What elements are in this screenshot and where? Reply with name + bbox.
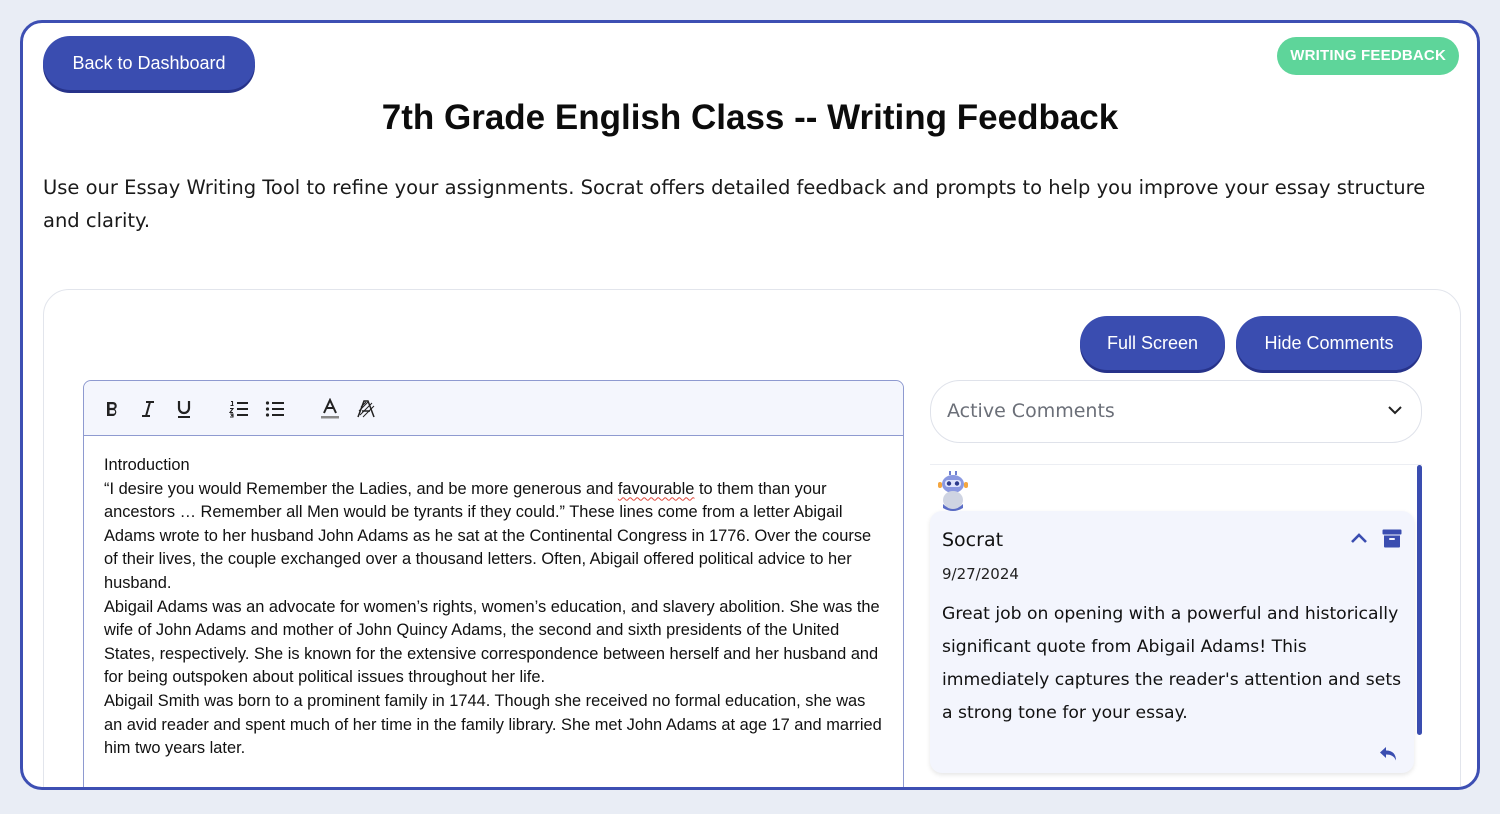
- comment-author: Socrat: [942, 529, 1004, 551]
- hide-comments-button[interactable]: Hide Comments: [1236, 316, 1422, 370]
- essay-heading: Introduction: [104, 456, 190, 474]
- active-comments-dropdown[interactable]: Active Comments: [930, 380, 1422, 443]
- archive-icon[interactable]: [1382, 529, 1402, 553]
- comment-list: Socrat 9/27/2024 Great job on opening wi…: [930, 464, 1422, 787]
- highlight-icon[interactable]: [352, 395, 380, 423]
- chevron-down-icon: [1387, 402, 1403, 423]
- essay-paragraph-2: Abigail Adams was an advocate for women’…: [104, 597, 880, 687]
- full-screen-button[interactable]: Full Screen: [1080, 316, 1225, 370]
- essay-text-area[interactable]: Introduction “I desire you would Remembe…: [84, 436, 903, 761]
- essay-text-segment: “I desire you would Remember the Ladies,…: [104, 479, 618, 498]
- back-to-dashboard-button[interactable]: Back to Dashboard: [43, 36, 255, 90]
- comment-date: 9/27/2024: [942, 565, 1019, 583]
- comment-card: Socrat 9/27/2024 Great job on opening wi…: [930, 511, 1414, 773]
- bold-icon[interactable]: [98, 395, 126, 423]
- spelling-error-word[interactable]: favourable: [618, 480, 695, 498]
- writing-feedback-badge: WRITING FEEDBACK: [1277, 37, 1459, 75]
- bullet-list-icon[interactable]: [261, 395, 289, 423]
- reply-icon[interactable]: [1378, 745, 1398, 768]
- editor-toolbar: [84, 381, 903, 436]
- essay-paragraph-3: Abigail Smith was born to a prominent fa…: [104, 691, 882, 758]
- essay-paragraph-1: “I desire you would Remember the Ladies,…: [104, 478, 883, 596]
- app-window: Back to Dashboard WRITING FEEDBACK 7th G…: [20, 20, 1480, 790]
- socrat-avatar-icon: [934, 470, 972, 517]
- intro-text: Use our Essay Writing Tool to refine you…: [43, 176, 1426, 232]
- text-color-icon[interactable]: [316, 395, 344, 423]
- essay-editor: Introduction “I desire you would Remembe…: [83, 380, 904, 787]
- comment-list-scrollbar[interactable]: [1417, 465, 1422, 735]
- italic-icon[interactable]: [134, 395, 162, 423]
- chevron-up-icon[interactable]: [1350, 531, 1368, 550]
- underline-icon[interactable]: [170, 395, 198, 423]
- active-comments-label: Active Comments: [947, 400, 1115, 422]
- page-title: 7th Grade English Class -- Writing Feedb…: [381, 98, 1119, 137]
- editor-card: Full Screen Hide Comments Introduction “…: [43, 289, 1461, 787]
- ordered-list-icon[interactable]: [225, 395, 253, 423]
- comment-text: Great job on opening with a powerful and…: [942, 604, 1402, 723]
